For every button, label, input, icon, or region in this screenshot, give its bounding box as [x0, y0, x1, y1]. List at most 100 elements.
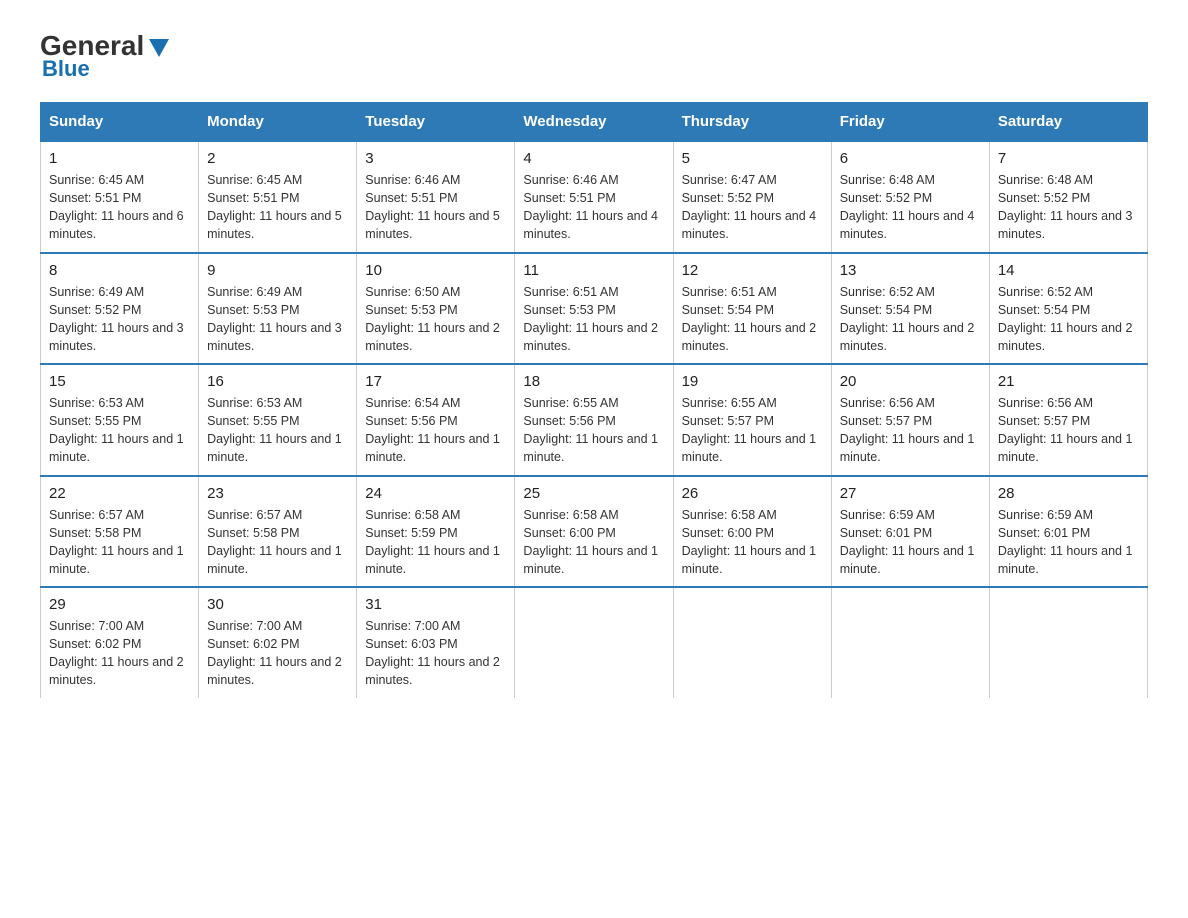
day-info: Sunrise: 6:58 AMSunset: 5:59 PMDaylight:…: [365, 506, 506, 579]
day-info: Sunrise: 6:45 AMSunset: 5:51 PMDaylight:…: [207, 171, 348, 244]
calendar-cell: 18 Sunrise: 6:55 AMSunset: 5:56 PMDaylig…: [515, 364, 673, 476]
day-number: 27: [840, 485, 981, 502]
page-header: General Blue: [40, 30, 1148, 82]
day-info: Sunrise: 7:00 AMSunset: 6:03 PMDaylight:…: [365, 617, 506, 690]
day-number: 23: [207, 485, 348, 502]
day-info: Sunrise: 6:52 AMSunset: 5:54 PMDaylight:…: [998, 283, 1139, 356]
day-info: Sunrise: 6:45 AMSunset: 5:51 PMDaylight:…: [49, 171, 190, 244]
calendar-cell: 3 Sunrise: 6:46 AMSunset: 5:51 PMDayligh…: [357, 141, 515, 253]
calendar-cell: 28 Sunrise: 6:59 AMSunset: 6:01 PMDaylig…: [989, 476, 1147, 588]
day-info: Sunrise: 6:58 AMSunset: 6:00 PMDaylight:…: [523, 506, 664, 579]
calendar-cell: [673, 587, 831, 698]
day-number: 25: [523, 485, 664, 502]
calendar-cell: 5 Sunrise: 6:47 AMSunset: 5:52 PMDayligh…: [673, 141, 831, 253]
day-info: Sunrise: 7:00 AMSunset: 6:02 PMDaylight:…: [207, 617, 348, 690]
calendar-header-row: SundayMondayTuesdayWednesdayThursdayFrid…: [41, 103, 1148, 142]
day-number: 13: [840, 262, 981, 279]
calendar-cell: 10 Sunrise: 6:50 AMSunset: 5:53 PMDaylig…: [357, 253, 515, 365]
day-info: Sunrise: 6:59 AMSunset: 6:01 PMDaylight:…: [840, 506, 981, 579]
day-info: Sunrise: 6:57 AMSunset: 5:58 PMDaylight:…: [49, 506, 190, 579]
calendar-cell: 7 Sunrise: 6:48 AMSunset: 5:52 PMDayligh…: [989, 141, 1147, 253]
day-number: 19: [682, 373, 823, 390]
day-number: 2: [207, 150, 348, 167]
day-number: 16: [207, 373, 348, 390]
calendar-cell: 31 Sunrise: 7:00 AMSunset: 6:03 PMDaylig…: [357, 587, 515, 698]
day-info: Sunrise: 6:49 AMSunset: 5:52 PMDaylight:…: [49, 283, 190, 356]
day-number: 9: [207, 262, 348, 279]
calendar-cell: 19 Sunrise: 6:55 AMSunset: 5:57 PMDaylig…: [673, 364, 831, 476]
calendar-cell: 9 Sunrise: 6:49 AMSunset: 5:53 PMDayligh…: [199, 253, 357, 365]
day-number: 6: [840, 150, 981, 167]
day-number: 1: [49, 150, 190, 167]
calendar-cell: 4 Sunrise: 6:46 AMSunset: 5:51 PMDayligh…: [515, 141, 673, 253]
weekday-header-monday: Monday: [199, 103, 357, 142]
calendar-week-row: 29 Sunrise: 7:00 AMSunset: 6:02 PMDaylig…: [41, 587, 1148, 698]
calendar-cell: [989, 587, 1147, 698]
calendar-cell: 14 Sunrise: 6:52 AMSunset: 5:54 PMDaylig…: [989, 253, 1147, 365]
calendar-cell: 26 Sunrise: 6:58 AMSunset: 6:00 PMDaylig…: [673, 476, 831, 588]
day-number: 22: [49, 485, 190, 502]
day-number: 3: [365, 150, 506, 167]
calendar-cell: 12 Sunrise: 6:51 AMSunset: 5:54 PMDaylig…: [673, 253, 831, 365]
logo: General Blue: [40, 30, 169, 82]
day-number: 15: [49, 373, 190, 390]
calendar-cell: 24 Sunrise: 6:58 AMSunset: 5:59 PMDaylig…: [357, 476, 515, 588]
calendar-cell: 1 Sunrise: 6:45 AMSunset: 5:51 PMDayligh…: [41, 141, 199, 253]
calendar-cell: 13 Sunrise: 6:52 AMSunset: 5:54 PMDaylig…: [831, 253, 989, 365]
calendar-cell: 21 Sunrise: 6:56 AMSunset: 5:57 PMDaylig…: [989, 364, 1147, 476]
day-info: Sunrise: 6:48 AMSunset: 5:52 PMDaylight:…: [840, 171, 981, 244]
weekday-header-thursday: Thursday: [673, 103, 831, 142]
day-number: 14: [998, 262, 1139, 279]
day-info: Sunrise: 6:50 AMSunset: 5:53 PMDaylight:…: [365, 283, 506, 356]
day-number: 26: [682, 485, 823, 502]
calendar-cell: 30 Sunrise: 7:00 AMSunset: 6:02 PMDaylig…: [199, 587, 357, 698]
day-info: Sunrise: 6:55 AMSunset: 5:57 PMDaylight:…: [682, 394, 823, 467]
day-info: Sunrise: 6:57 AMSunset: 5:58 PMDaylight:…: [207, 506, 348, 579]
calendar-cell: 23 Sunrise: 6:57 AMSunset: 5:58 PMDaylig…: [199, 476, 357, 588]
calendar-cell: 11 Sunrise: 6:51 AMSunset: 5:53 PMDaylig…: [515, 253, 673, 365]
calendar-cell: 2 Sunrise: 6:45 AMSunset: 5:51 PMDayligh…: [199, 141, 357, 253]
day-number: 8: [49, 262, 190, 279]
day-info: Sunrise: 6:46 AMSunset: 5:51 PMDaylight:…: [365, 171, 506, 244]
day-info: Sunrise: 6:49 AMSunset: 5:53 PMDaylight:…: [207, 283, 348, 356]
calendar-cell: [515, 587, 673, 698]
day-info: Sunrise: 6:47 AMSunset: 5:52 PMDaylight:…: [682, 171, 823, 244]
day-number: 31: [365, 596, 506, 613]
day-info: Sunrise: 6:55 AMSunset: 5:56 PMDaylight:…: [523, 394, 664, 467]
calendar-cell: 27 Sunrise: 6:59 AMSunset: 6:01 PMDaylig…: [831, 476, 989, 588]
day-info: Sunrise: 7:00 AMSunset: 6:02 PMDaylight:…: [49, 617, 190, 690]
day-number: 24: [365, 485, 506, 502]
calendar-cell: 22 Sunrise: 6:57 AMSunset: 5:58 PMDaylig…: [41, 476, 199, 588]
day-info: Sunrise: 6:48 AMSunset: 5:52 PMDaylight:…: [998, 171, 1139, 244]
day-info: Sunrise: 6:59 AMSunset: 6:01 PMDaylight:…: [998, 506, 1139, 579]
day-number: 5: [682, 150, 823, 167]
day-info: Sunrise: 6:58 AMSunset: 6:00 PMDaylight:…: [682, 506, 823, 579]
day-number: 12: [682, 262, 823, 279]
weekday-header-friday: Friday: [831, 103, 989, 142]
day-info: Sunrise: 6:54 AMSunset: 5:56 PMDaylight:…: [365, 394, 506, 467]
day-info: Sunrise: 6:52 AMSunset: 5:54 PMDaylight:…: [840, 283, 981, 356]
day-info: Sunrise: 6:56 AMSunset: 5:57 PMDaylight:…: [998, 394, 1139, 467]
day-number: 30: [207, 596, 348, 613]
logo-blue-text: Blue: [42, 56, 90, 82]
day-number: 7: [998, 150, 1139, 167]
day-number: 20: [840, 373, 981, 390]
day-number: 11: [523, 262, 664, 279]
day-info: Sunrise: 6:53 AMSunset: 5:55 PMDaylight:…: [49, 394, 190, 467]
calendar-week-row: 15 Sunrise: 6:53 AMSunset: 5:55 PMDaylig…: [41, 364, 1148, 476]
day-info: Sunrise: 6:51 AMSunset: 5:54 PMDaylight:…: [682, 283, 823, 356]
day-info: Sunrise: 6:46 AMSunset: 5:51 PMDaylight:…: [523, 171, 664, 244]
day-number: 21: [998, 373, 1139, 390]
calendar-week-row: 8 Sunrise: 6:49 AMSunset: 5:52 PMDayligh…: [41, 253, 1148, 365]
day-number: 17: [365, 373, 506, 390]
day-number: 28: [998, 485, 1139, 502]
calendar-week-row: 22 Sunrise: 6:57 AMSunset: 5:58 PMDaylig…: [41, 476, 1148, 588]
calendar-cell: 16 Sunrise: 6:53 AMSunset: 5:55 PMDaylig…: [199, 364, 357, 476]
calendar-cell: 25 Sunrise: 6:58 AMSunset: 6:00 PMDaylig…: [515, 476, 673, 588]
weekday-header-tuesday: Tuesday: [357, 103, 515, 142]
weekday-header-saturday: Saturday: [989, 103, 1147, 142]
calendar-cell: 17 Sunrise: 6:54 AMSunset: 5:56 PMDaylig…: [357, 364, 515, 476]
day-info: Sunrise: 6:56 AMSunset: 5:57 PMDaylight:…: [840, 394, 981, 467]
day-info: Sunrise: 6:51 AMSunset: 5:53 PMDaylight:…: [523, 283, 664, 356]
day-number: 29: [49, 596, 190, 613]
